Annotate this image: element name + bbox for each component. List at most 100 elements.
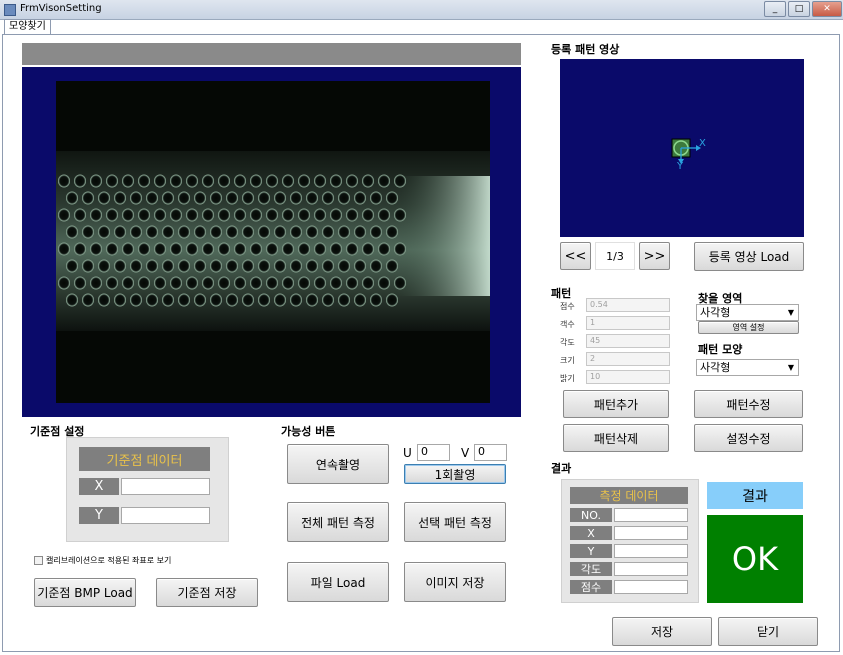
- tube-hole: [82, 191, 94, 205]
- pattern-shape-select[interactable]: 사각형 ▼: [696, 359, 799, 376]
- tube-hole: [98, 293, 110, 307]
- next-pattern-button[interactable]: >>: [639, 242, 670, 270]
- tube-hole: [370, 293, 382, 307]
- tab-shape-find[interactable]: 모양찾기: [4, 19, 51, 34]
- u-input[interactable]: 0: [417, 444, 450, 461]
- search-area-select[interactable]: 사각형 ▼: [696, 304, 799, 321]
- tube-hole: [298, 242, 310, 256]
- tube-hole: [354, 191, 366, 205]
- tube-hole: [354, 259, 366, 273]
- tube-hole: [178, 259, 190, 273]
- measurement-row-value[interactable]: [614, 544, 688, 558]
- pattern-field-input[interactable]: 10: [586, 370, 670, 384]
- tube-hole: [154, 208, 166, 222]
- tube-hole: [218, 242, 230, 256]
- tube-hole: [146, 293, 158, 307]
- single-capture-button[interactable]: 1회촬영: [404, 464, 506, 484]
- tube-hole: [298, 174, 310, 188]
- tube-hole: [306, 293, 318, 307]
- tube-hole: [194, 259, 206, 273]
- pattern-field-input[interactable]: 2: [586, 352, 670, 366]
- measurement-row-value[interactable]: [614, 580, 688, 594]
- axis-y-label: Y: [677, 161, 684, 172]
- reference-x-field[interactable]: [121, 478, 210, 495]
- setting-edit-button[interactable]: 설정수정: [694, 424, 803, 452]
- tube-hole: [266, 174, 278, 188]
- tube-hole: [290, 293, 302, 307]
- result-status: OK: [707, 515, 803, 603]
- measure-all-patterns-button[interactable]: 전체 패턴 측정: [287, 502, 389, 542]
- pattern-field-label: 각도: [560, 338, 575, 347]
- tube-hole: [274, 293, 286, 307]
- continuous-capture-button[interactable]: 연속촬영: [287, 444, 389, 484]
- camera-view[interactable]: [22, 67, 521, 417]
- measurement-row-value[interactable]: [614, 526, 688, 540]
- area-setting-button[interactable]: 영역 설정: [698, 321, 799, 334]
- pattern-field-input[interactable]: 1: [586, 316, 670, 330]
- tube-hole: [186, 242, 198, 256]
- chevron-down-icon: ▼: [787, 363, 794, 372]
- tube-hole: [258, 259, 270, 273]
- tube-hole: [258, 191, 270, 205]
- close-button[interactable]: 닫기: [718, 617, 818, 646]
- reference-bmp-load-button[interactable]: 기준점 BMP Load: [34, 578, 136, 607]
- pattern-edit-button[interactable]: 패턴수정: [694, 390, 803, 418]
- tube-hole: [146, 225, 158, 239]
- reference-save-button[interactable]: 기준점 저장: [156, 578, 258, 607]
- tube-hole: [114, 293, 126, 307]
- pattern-shape-label: 패턴 모양: [698, 343, 743, 356]
- tube-hole: [122, 208, 134, 222]
- tube-hole: [394, 276, 406, 290]
- tube-hole: [154, 242, 166, 256]
- tube-hole: [130, 225, 142, 239]
- pattern-page-indicator: 1/3: [595, 242, 635, 270]
- pattern-add-button[interactable]: 패턴추가: [563, 390, 669, 418]
- pattern-field-input[interactable]: 0.54: [586, 298, 670, 312]
- pattern-field-input[interactable]: 45: [586, 334, 670, 348]
- tube-hole: [386, 225, 398, 239]
- save-button[interactable]: 저장: [612, 617, 712, 646]
- registered-image-load-button[interactable]: 등록 영상 Load: [694, 242, 804, 271]
- tube-hole: [314, 242, 326, 256]
- prev-pattern-button[interactable]: <<: [560, 242, 591, 270]
- tube-hole: [266, 276, 278, 290]
- tube-hole: [306, 225, 318, 239]
- registered-pattern-heading: 등록 패턴 영상: [551, 43, 620, 56]
- v-label: V: [461, 446, 470, 460]
- pattern-shape-value: 사각형: [700, 361, 731, 374]
- measurement-row-value[interactable]: [614, 562, 688, 576]
- tube-hole: [298, 276, 310, 290]
- measure-selected-pattern-button[interactable]: 선택 패턴 측정: [404, 502, 506, 542]
- maximize-button[interactable]: □: [788, 1, 810, 17]
- pattern-field-label: 점수: [560, 302, 575, 311]
- file-load-button[interactable]: 파일 Load: [287, 562, 389, 602]
- tube-hole: [314, 208, 326, 222]
- tube-hole: [282, 208, 294, 222]
- tube-hole: [98, 259, 110, 273]
- reference-y-field[interactable]: [121, 507, 210, 524]
- tube-hole: [354, 293, 366, 307]
- result-label: 결과: [707, 482, 803, 509]
- app-icon: [4, 4, 16, 16]
- tube-hole: [226, 225, 238, 239]
- tube-hole: [194, 225, 206, 239]
- measurement-row-label: X: [570, 526, 612, 540]
- tube-hole: [74, 276, 86, 290]
- calibration-checkbox[interactable]: [34, 556, 43, 565]
- measurement-row-label: Y: [570, 544, 612, 558]
- pattern-delete-button[interactable]: 패턴삭제: [563, 424, 669, 452]
- tube-hole: [162, 191, 174, 205]
- reference-y-label: Y: [79, 507, 119, 524]
- tube-hole: [98, 225, 110, 239]
- tube-hole: [386, 259, 398, 273]
- minimize-button[interactable]: _: [764, 1, 786, 17]
- measurement-row-value[interactable]: [614, 508, 688, 522]
- v-input[interactable]: 0: [474, 444, 507, 461]
- pattern-field-label: 크기: [560, 356, 575, 365]
- image-save-button[interactable]: 이미지 저장: [404, 562, 506, 602]
- tube-hole: [218, 208, 230, 222]
- close-window-button[interactable]: ✕: [812, 1, 842, 17]
- tube-hole: [322, 225, 334, 239]
- u-label: U: [403, 446, 412, 460]
- tube-hole: [362, 208, 374, 222]
